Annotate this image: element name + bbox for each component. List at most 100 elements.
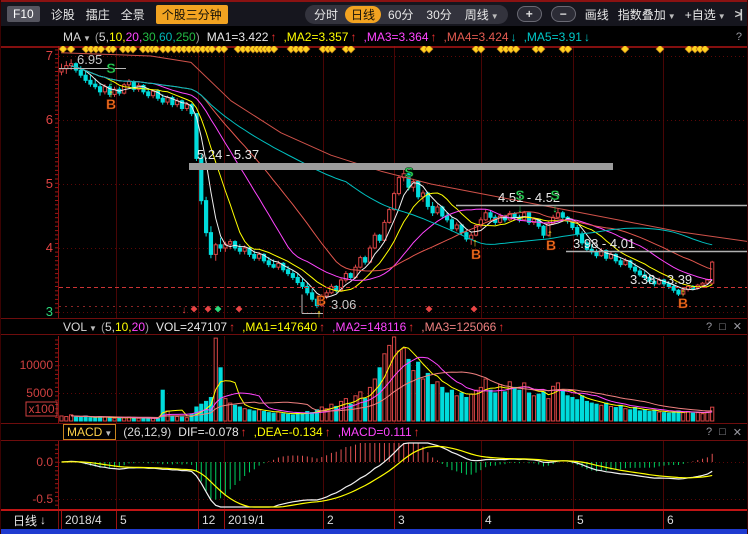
candlestick <box>258 254 261 258</box>
volume-bar <box>460 393 463 421</box>
close-icon[interactable]: ✕ <box>733 320 742 333</box>
chevron-down-icon: ▼ <box>104 429 112 438</box>
nav-overview[interactable]: 全景 <box>121 6 145 23</box>
tab-60min[interactable]: 60分 <box>382 6 419 23</box>
volume-bar <box>687 411 690 421</box>
help-icon[interactable]: ? <box>706 321 712 333</box>
f10-button[interactable]: F10 <box>7 6 40 22</box>
volume-bar <box>513 387 516 421</box>
volume-bar <box>330 404 333 421</box>
candlestick <box>219 245 222 248</box>
volume-bar <box>566 396 569 421</box>
tab-daily[interactable]: 日线 <box>345 6 381 23</box>
volume-bar <box>455 396 458 421</box>
volume-bar <box>518 390 521 421</box>
volume-bar <box>301 414 304 421</box>
zoom-out-button[interactable]: − <box>551 6 576 22</box>
collapse-panel-icon[interactable]: >| <box>735 7 741 21</box>
volume-bar <box>282 414 285 421</box>
volume-bar <box>176 417 179 421</box>
volume-bar <box>277 412 280 421</box>
indicator-param: 60, <box>159 30 176 44</box>
candlestick <box>214 245 217 255</box>
nav-banker[interactable]: 擂庄 <box>86 6 110 23</box>
stock-chart-app: F10 诊股 擂庄 全景 个股三分钟 分时 日线 60分 30分 周线▼ + −… <box>0 0 748 534</box>
volume-bar <box>605 403 608 421</box>
volume-bar <box>537 394 540 421</box>
period-indicator[interactable]: 日线 ↓ <box>1 511 59 529</box>
sell-signal-marker: S <box>106 60 115 76</box>
candlestick-chart[interactable]: 765436.955.24 - 5.374.51 - 4.523.98 - 4.… <box>1 46 748 318</box>
index-overlay-dropdown[interactable]: 指数叠加▼ <box>618 6 676 23</box>
candlestick <box>397 178 400 194</box>
volume-bar <box>89 418 92 421</box>
volume-bar <box>609 406 612 421</box>
up-arrow-icon: ↑ <box>350 30 356 44</box>
candlestick <box>151 91 154 95</box>
macd-indicator-dropdown[interactable]: MACD▼ <box>63 424 116 440</box>
dif-line <box>62 443 713 507</box>
ma-indicator-label: MA <box>63 30 81 44</box>
candlestick <box>450 220 453 229</box>
indicator-value: ,MA2=148116 <box>332 320 406 334</box>
nav-diagnose[interactable]: 诊股 <box>51 6 75 23</box>
volume-bar <box>253 411 256 421</box>
maximize-icon[interactable]: □ <box>719 426 726 438</box>
x-axis-label: 6 <box>667 513 674 527</box>
candlestick <box>147 92 150 96</box>
close-icon[interactable]: ✕ <box>733 426 742 439</box>
help-icon[interactable]: ? <box>736 31 742 43</box>
volume-bar <box>667 413 670 421</box>
candlestick <box>383 222 386 240</box>
price-annotation: 3.06 <box>331 297 356 312</box>
down-arrow-icon: ↓ <box>584 30 590 44</box>
ma-values: MA1=3.422↑,MA2=3.357↑,MA3=3.364↑,MA4=3.4… <box>200 30 590 44</box>
candlestick <box>542 226 545 235</box>
volume-bar <box>65 417 68 421</box>
volume-bar <box>142 418 145 421</box>
price-annotation: 3.38 - 3.39 <box>630 272 692 287</box>
vol-indicator-dropdown[interactable]: VOL▼ <box>63 320 97 334</box>
volume-bar <box>711 407 714 421</box>
volume-chart[interactable]: 100005000x100 <box>1 336 748 423</box>
candlestick <box>436 207 439 213</box>
candlestick <box>243 248 246 251</box>
down-arrow-icon: ↓ <box>552 203 558 215</box>
tab-weekly-dropdown[interactable]: 周线▼ <box>459 6 505 23</box>
maximize-icon[interactable]: □ <box>719 321 726 333</box>
candlestick <box>561 213 564 217</box>
candlestick <box>277 263 280 267</box>
tab-30min[interactable]: 30分 <box>420 6 457 23</box>
indicator-value: ,DEA=-0.134 <box>254 425 323 439</box>
tab-intraday[interactable]: 分时 <box>308 6 344 23</box>
macd-chart[interactable]: 0.0-0.5 <box>1 441 748 509</box>
volume-bar <box>638 411 641 421</box>
y-axis-label: 7 <box>46 48 53 63</box>
ma-params: (5,10,20,30,60,250) <box>95 30 200 44</box>
macd-params: (26,12,9) <box>123 425 171 439</box>
chevron-down-icon: ▼ <box>89 324 97 333</box>
volume-bar <box>258 410 261 421</box>
candlestick <box>185 105 188 109</box>
sell-signal-marker: S <box>550 187 559 203</box>
candlestick <box>633 267 636 271</box>
indicator-value: MA1=3.422 <box>207 30 269 44</box>
x-axis-tick <box>198 511 199 529</box>
volume-bar <box>701 414 704 421</box>
x-axis: 日线 ↓ 2018/45122019/123456 <box>1 509 747 529</box>
volume-bar <box>417 362 420 421</box>
add-watchlist-dropdown[interactable]: +自选▼ <box>685 6 726 23</box>
x-axis-label: 2018/4 <box>65 513 102 527</box>
nav-stock-3min[interactable]: 个股三分钟 <box>156 5 228 24</box>
volume-bar <box>643 410 646 421</box>
up-arrow-icon: ↑ <box>319 320 325 334</box>
price-annotation: 6.95 <box>77 52 102 67</box>
help-icon[interactable]: ? <box>706 426 712 438</box>
volume-bar <box>108 418 111 421</box>
candlestick <box>205 201 208 233</box>
draw-line-button[interactable]: 画线 <box>585 6 609 23</box>
signal-diamond-icon <box>471 306 478 313</box>
zoom-in-button[interactable]: + <box>517 6 542 22</box>
ma-indicator-dropdown[interactable]: MA▼ <box>63 30 91 44</box>
candlestick <box>127 82 130 85</box>
